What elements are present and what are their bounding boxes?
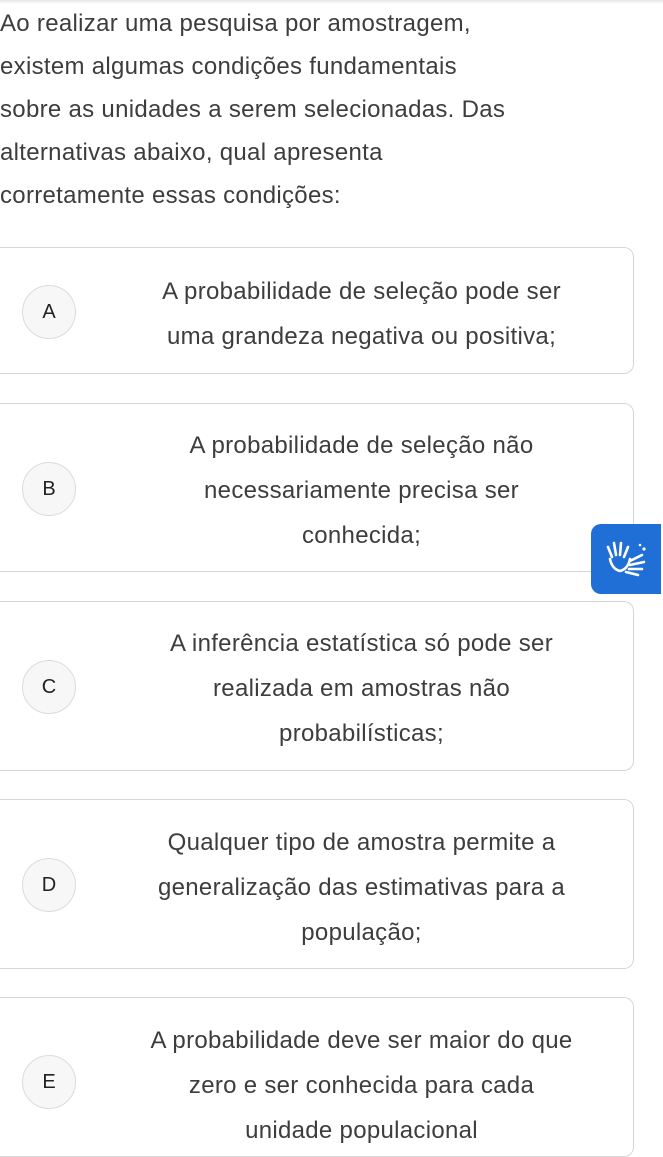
accessibility-button[interactable] — [591, 524, 661, 594]
option-c[interactable]: C A inferência estatística só pode ser r… — [0, 601, 634, 771]
sign-language-hands-icon — [606, 541, 646, 577]
option-c-letter: C — [22, 660, 76, 714]
option-a[interactable]: A A probabilidade de seleção pode ser um… — [0, 247, 634, 374]
option-b-letter: B — [22, 462, 76, 516]
option-d-text: Qualquer tipo de amostra permite a gener… — [157, 829, 566, 946]
option-d[interactable]: D Qualquer tipo de amostra permite a gen… — [0, 799, 634, 969]
option-a-text: A probabilidade de seleção pode ser uma … — [162, 278, 561, 350]
option-a-letter: A — [22, 285, 76, 339]
option-b-text: A probabilidade de seleção não necessari… — [189, 432, 534, 549]
option-d-letter: D — [22, 858, 76, 912]
option-c-text: A inferência estatística só pode ser rea… — [169, 630, 553, 747]
question-text: Ao realizar uma pesquisa por amostragem,… — [0, 10, 506, 209]
option-e[interactable]: E A probabilidade deve ser maior do que … — [0, 997, 634, 1157]
option-e-text: A probabilidade deve ser maior do que ze… — [150, 1027, 573, 1144]
option-b[interactable]: B A probabilidade de seleção não necessa… — [0, 403, 634, 572]
option-e-letter: E — [22, 1055, 76, 1109]
